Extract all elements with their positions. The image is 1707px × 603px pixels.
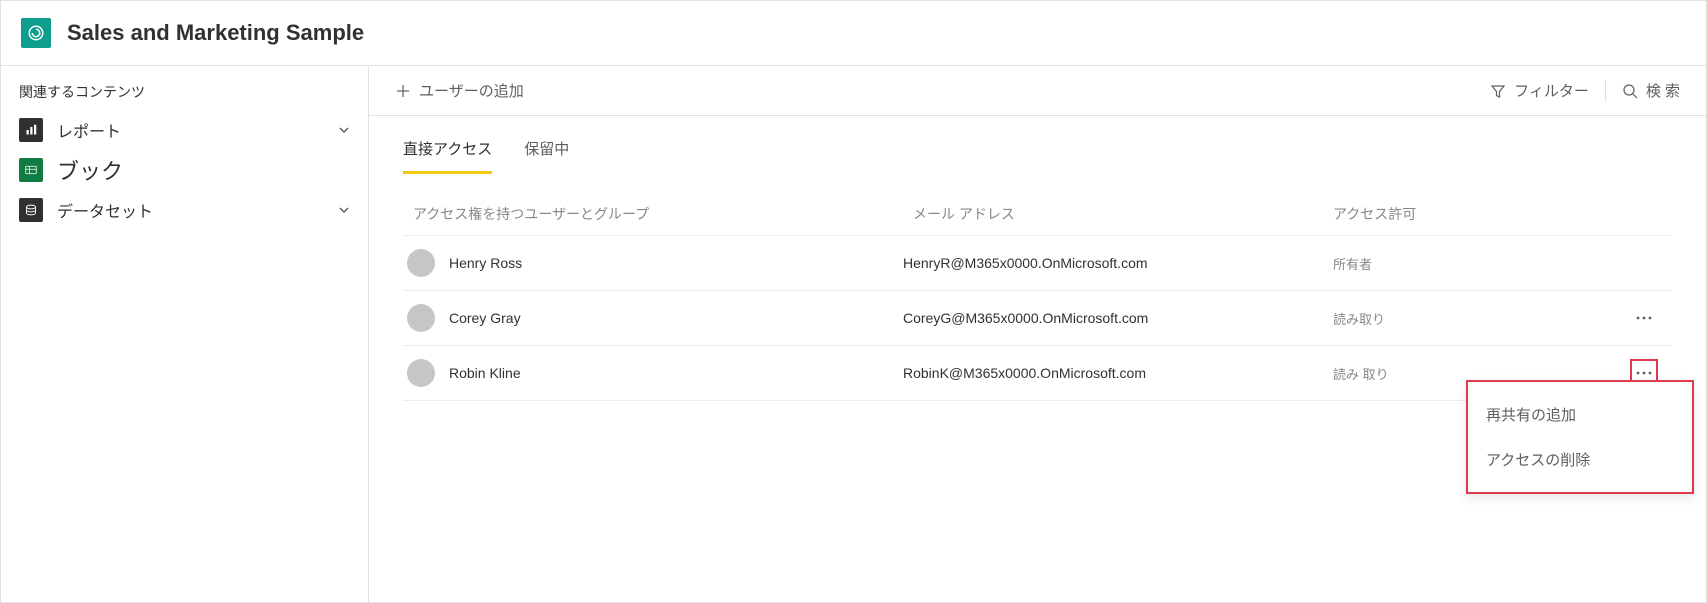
filter-label: フィルター [1514,80,1589,101]
user-email: HenryR@M365x0000.OnMicrosoft.com [903,255,1323,271]
user-email: RobinK@M365x0000.OnMicrosoft.com [903,365,1323,381]
search-button[interactable]: 検 索 [1614,74,1688,107]
sidebar-item-reports[interactable]: レポート [13,110,356,150]
add-user-label: ユーザーの追加 [419,80,524,101]
divider [1605,80,1606,102]
col-header-permission: アクセス許可 [1323,204,1616,224]
avatar [407,249,435,277]
user-permission: 読み取り [1323,309,1616,328]
chevron-down-icon [338,124,350,136]
table-row: Henry Ross HenryR@M365x0000.OnMicrosoft.… [403,236,1672,291]
add-user-button[interactable]: ユーザーの追加 [387,74,532,107]
sidebar-item-workbooks[interactable]: ブック [13,150,356,190]
tab-direct-access[interactable]: 直接アクセス [403,138,492,174]
sidebar-item-datasets[interactable]: データセット [13,190,356,230]
bar-chart-icon [19,118,43,142]
context-item-add-reshare[interactable]: 再共有の追加 [1468,392,1692,437]
user-name: Henry Ross [449,255,522,271]
table-header-row: アクセス権を持つユーザーとグループ メール アドレス アクセス許可 [403,192,1672,236]
dataset-icon [19,198,43,222]
user-name: Robin Kline [449,365,521,381]
access-table: アクセス権を持つユーザーとグループ メール アドレス アクセス許可 Henry … [369,174,1706,401]
context-item-remove-access[interactable]: アクセスの削除 [1468,437,1692,482]
avatar [407,359,435,387]
search-label: 検 索 [1646,80,1680,101]
context-menu: 再共有の追加 アクセスの削除 [1466,380,1694,494]
toolbar: ユーザーの追加 フィルター 検 索 [369,66,1706,116]
user-email: CoreyG@M365x0000.OnMicrosoft.com [903,310,1323,326]
sidebar-item-label: データセット [57,198,324,222]
plus-icon [395,83,411,99]
chevron-down-icon [338,204,350,216]
tabs: 直接アクセス 保留中 [369,116,1706,174]
sidebar-item-label: ブック [57,154,350,186]
table-row: Corey Gray CoreyG@M365x0000.OnMicrosoft.… [403,291,1672,346]
filter-icon [1490,83,1506,99]
search-icon [1622,83,1638,99]
sidebar-heading: 関連するコンテンツ [13,82,356,110]
main-panel: ユーザーの追加 フィルター 検 索 直接 [369,66,1706,602]
col-header-email: メール アドレス [903,204,1323,224]
app-header: Sales and Marketing Sample [1,1,1706,66]
sidebar-item-label: レポート [57,118,324,142]
user-name: Corey Gray [449,310,521,326]
tab-pending[interactable]: 保留中 [524,138,569,174]
app-logo [21,18,51,48]
col-header-user: アクセス権を持つユーザーとグループ [403,204,903,224]
sidebar: 関連するコンテンツ レポート ブック データセット [1,66,369,602]
user-permission: 所有者 [1323,254,1616,273]
page-title: Sales and Marketing Sample [67,20,364,46]
filter-button[interactable]: フィルター [1482,74,1597,107]
avatar [407,304,435,332]
more-options-button[interactable] [1630,304,1658,332]
workbook-icon [19,158,43,182]
